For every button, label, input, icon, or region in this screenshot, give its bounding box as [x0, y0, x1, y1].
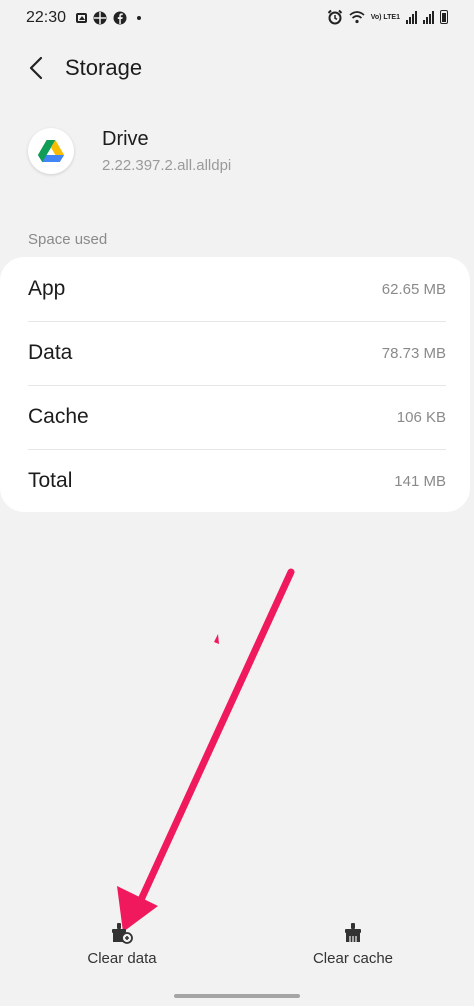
clear-cache-button[interactable]: Clear cache	[308, 922, 398, 982]
alarm-icon	[327, 9, 342, 25]
storage-row-value: 141 MB	[394, 473, 446, 490]
grid-icon	[93, 11, 107, 25]
storage-row-app: App 62.65 MB	[0, 257, 470, 321]
app-icon	[28, 128, 74, 174]
clear-data-button[interactable]: Clear data	[84, 922, 160, 982]
signal-icon	[406, 10, 417, 24]
google-drive-icon	[38, 140, 64, 162]
clear-data-icon	[111, 922, 133, 944]
storage-row-data: Data 78.73 MB	[0, 321, 470, 385]
wifi-icon	[349, 11, 365, 24]
clear-cache-icon	[342, 922, 364, 944]
storage-row-value: 62.65 MB	[381, 281, 446, 298]
status-bar: 22:30 Vo) LTE1	[0, 0, 474, 36]
battery-icon	[440, 10, 448, 24]
app-version: 2.22.397.2.all.alldpi	[102, 157, 232, 174]
page-title: Storage	[65, 55, 143, 80]
network-type-label: Vo) LTE1	[370, 13, 400, 21]
storage-row-value: 106 KB	[396, 409, 446, 426]
storage-row-cache: Cache 106 KB	[0, 385, 470, 449]
more-notifications-dot	[137, 16, 141, 20]
storage-row-label: Cache	[28, 405, 89, 428]
facebook-icon	[113, 11, 127, 25]
storage-row-label: Total	[28, 469, 73, 492]
annotation-mark	[214, 634, 219, 644]
system-icons: Vo) LTE1	[327, 9, 448, 25]
home-indicator[interactable]	[174, 994, 300, 998]
clear-data-label: Clear data	[87, 950, 157, 967]
storage-row-label: App	[28, 277, 66, 300]
storage-card: App 62.65 MB Data 78.73 MB Cache 106 KB …	[0, 257, 470, 512]
signal-icon-2	[423, 10, 434, 24]
storage-row-total: Total 141 MB	[0, 449, 470, 513]
back-arrow-icon	[29, 56, 43, 80]
status-time: 22:30	[26, 9, 67, 26]
storage-row-label: Data	[28, 341, 73, 364]
gallery-icon	[76, 13, 87, 23]
storage-row-value: 78.73 MB	[381, 345, 446, 362]
back-button[interactable]	[22, 52, 54, 84]
notification-icons	[76, 10, 141, 26]
clear-cache-label: Clear cache	[312, 950, 394, 967]
section-label-space-used: Space used	[28, 231, 108, 248]
app-name: Drive	[102, 128, 149, 150]
